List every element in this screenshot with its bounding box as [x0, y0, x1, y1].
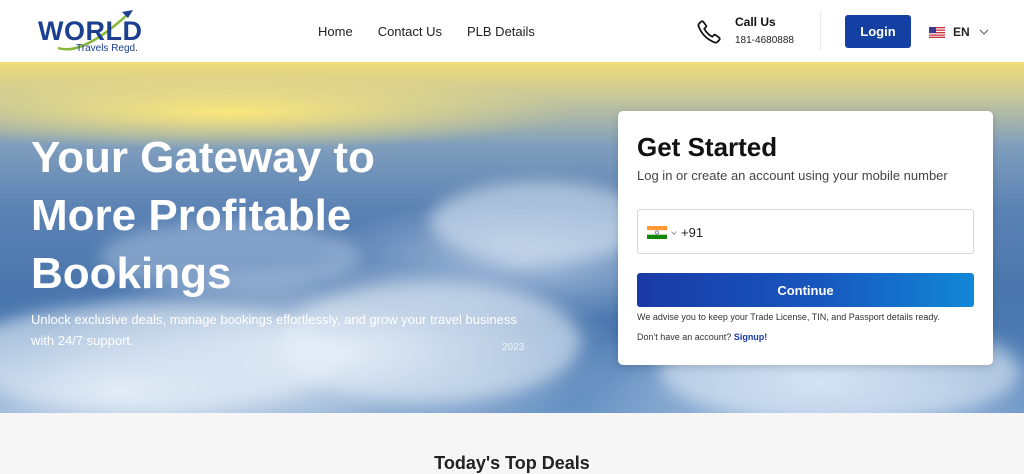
login-button[interactable]: Login	[845, 15, 911, 48]
call-us[interactable]: Call Us 181-4680888	[696, 14, 806, 50]
hero-cloud	[430, 182, 650, 262]
signup-link[interactable]: Signup!	[734, 332, 768, 342]
call-us-label: Call Us	[735, 15, 776, 29]
country-code: +91	[681, 225, 704, 240]
hero-title: Your Gateway to More Profitable Bookings	[31, 133, 375, 298]
continue-button[interactable]: Continue	[637, 273, 974, 307]
logo-subtitle: Travels Regd.	[76, 43, 138, 54]
nav-home[interactable]: Home	[318, 24, 353, 39]
chevron-down-icon[interactable]	[671, 231, 677, 235]
chevron-down-icon	[979, 29, 989, 35]
language-selector[interactable]: EN	[929, 23, 989, 41]
us-flag-icon	[929, 26, 945, 38]
india-flag-icon[interactable]	[647, 226, 667, 239]
nav-plb-details[interactable]: PLB Details	[467, 24, 535, 39]
main-nav: Home Contact Us PLB Details	[318, 24, 535, 39]
site-header: WORLD Travels Regd. Home Contact Us PLB …	[0, 0, 1024, 62]
card-title: Get Started	[637, 132, 778, 162]
call-us-number: 181-4680888	[735, 35, 794, 46]
nav-contact-us[interactable]: Contact Us	[378, 24, 442, 39]
mobile-number-field[interactable]: +91	[637, 209, 974, 254]
advise-note: We advise you to keep your Trade License…	[637, 312, 940, 322]
world-travels-logo[interactable]: WORLD Travels Regd.	[36, 8, 146, 58]
language-code: EN	[953, 25, 970, 39]
hero-year: 2023	[502, 342, 525, 353]
mobile-number-input[interactable]	[708, 218, 968, 246]
signup-line: Don't have an account? Signup!	[637, 332, 767, 342]
no-account-text: Don't have an account?	[637, 332, 732, 342]
get-started-card: Get Started Log in or create an account …	[618, 111, 993, 365]
phone-icon	[697, 20, 721, 44]
top-deals-title: Today's Top Deals	[434, 453, 590, 473]
hero-subtitle: Unlock exclusive deals, manage bookings …	[31, 312, 517, 348]
card-subtitle: Log in or create an account using your m…	[637, 168, 948, 183]
header-divider	[820, 12, 821, 50]
